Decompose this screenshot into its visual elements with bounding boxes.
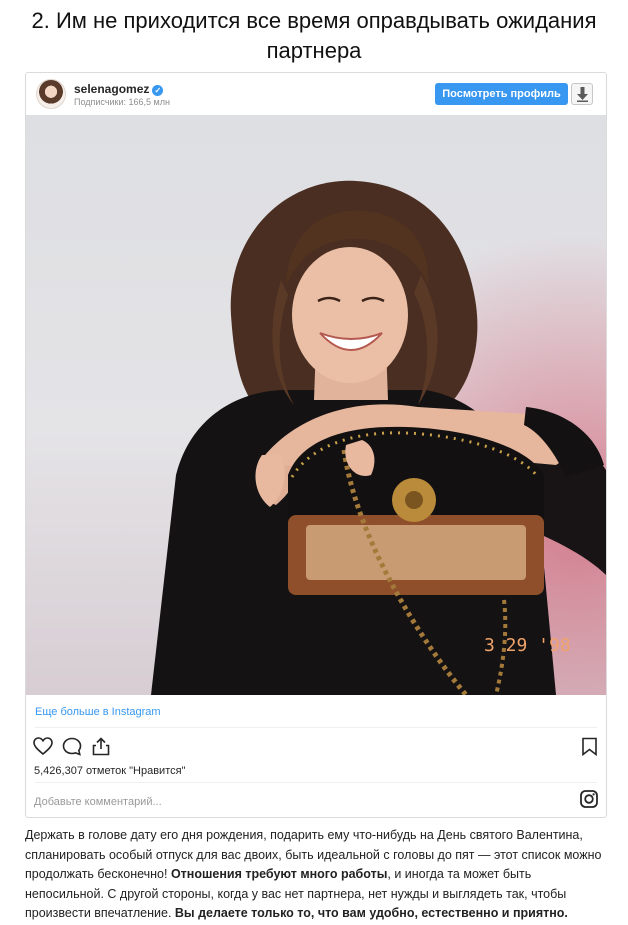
view-profile-button[interactable]: Посмотреть профиль	[435, 83, 568, 105]
photo-date-stamp: 3 29 '98	[484, 635, 571, 656]
article-heading: 2. Им не приходится все время оправдыват…	[31, 8, 597, 63]
username-text[interactable]: selenagomez	[74, 82, 149, 96]
post-photo-illustration: 3 29 '98	[26, 115, 606, 695]
bookmark-icon[interactable]	[581, 737, 598, 756]
heart-icon[interactable]	[33, 737, 53, 756]
download-button[interactable]	[571, 83, 593, 105]
download-icon	[577, 87, 588, 102]
divider	[35, 782, 597, 783]
username[interactable]: selenagomez ✓	[74, 82, 164, 96]
article-paragraph: Держать в голове дату его дня рождения, …	[25, 826, 605, 924]
comment-icon[interactable]	[62, 737, 82, 756]
share-icon[interactable]	[91, 737, 111, 756]
comment-input[interactable]: Добавьте комментарий...	[34, 796, 162, 808]
more-on-instagram-link[interactable]: Еще больше в Instagram	[35, 706, 161, 718]
instagram-embed: selenagomez ✓ Подписчики: 166,5 млн Посмо…	[25, 72, 607, 818]
post-photo[interactable]: 3 29 '98	[26, 115, 606, 695]
followers-count: Подписчики: 166,5 млн	[74, 97, 170, 107]
divider	[35, 727, 597, 728]
likes-count[interactable]: 5,426,307 отметок "Нравится"	[34, 765, 185, 777]
verified-icon: ✓	[152, 85, 164, 96]
paragraph-bold-text: Вы делаете только то, что вам удобно, ес…	[174, 906, 568, 920]
paragraph-bold-text: Отношения требуют много работы	[170, 867, 388, 881]
avatar[interactable]	[36, 79, 66, 109]
instagram-glyph-icon[interactable]	[580, 790, 598, 808]
embed-header: selenagomez ✓ Подписчики: 166,5 млн Посмо…	[26, 73, 606, 115]
